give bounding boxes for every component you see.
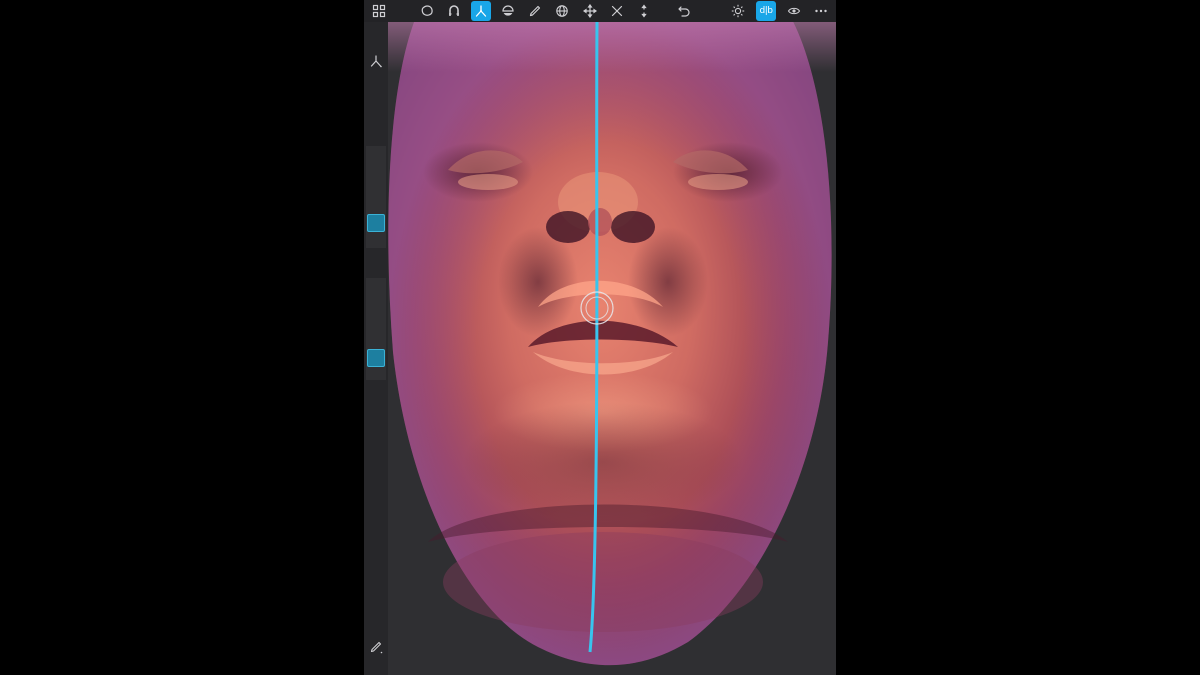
brush-strength-slider[interactable] <box>366 278 386 380</box>
symmetry-icon[interactable] <box>607 1 627 21</box>
sculpt-viewport[interactable] <box>388 22 836 675</box>
more-icon[interactable] <box>811 1 831 21</box>
sculpt-brush-icon[interactable] <box>471 1 491 21</box>
eye-icon[interactable] <box>784 1 804 21</box>
left-rail <box>364 22 388 675</box>
arrows-vertical-icon[interactable] <box>634 1 654 21</box>
sculpt-tool-icon[interactable] <box>367 52 385 70</box>
symmetry-toggle-label: d|b <box>759 6 773 16</box>
brush-size-handle[interactable] <box>367 214 385 232</box>
face-mesh <box>388 22 836 666</box>
pencil-icon[interactable] <box>367 638 385 656</box>
sculpting-app: d|b <box>364 0 836 675</box>
smooth-sphere-icon[interactable] <box>498 1 518 21</box>
move-icon[interactable] <box>580 1 600 21</box>
symmetry-toggle-icon[interactable]: d|b <box>756 1 776 21</box>
pencil-icon[interactable] <box>525 1 545 21</box>
undo-icon[interactable] <box>674 1 694 21</box>
top-toolbar: d|b <box>364 0 836 22</box>
brush-strength-handle[interactable] <box>367 349 385 367</box>
grid-icon[interactable] <box>369 1 389 21</box>
brush-size-slider[interactable] <box>366 146 386 248</box>
light-icon[interactable] <box>728 1 748 21</box>
lasso-icon[interactable] <box>417 1 437 21</box>
globe-icon[interactable] <box>552 1 572 21</box>
face-mesh-render <box>388 22 836 666</box>
magnet-icon[interactable] <box>444 1 464 21</box>
